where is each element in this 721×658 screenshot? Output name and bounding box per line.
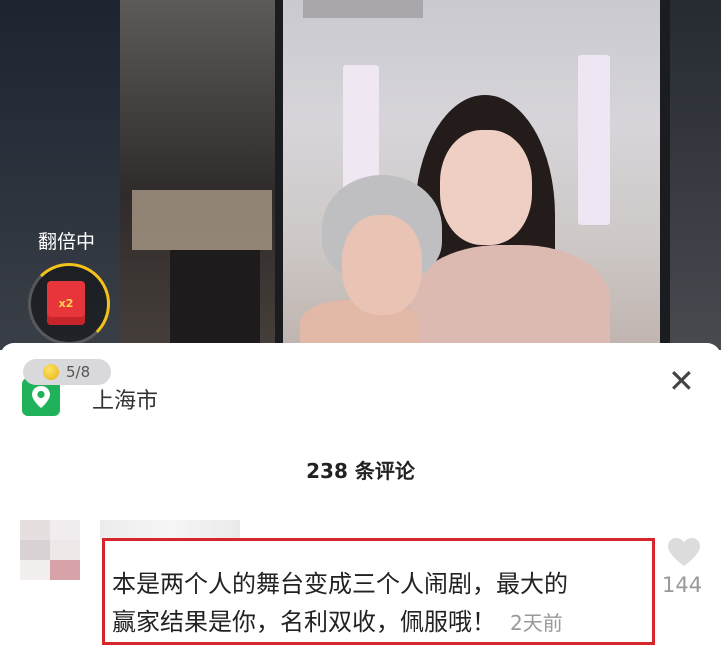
avatar-pixel xyxy=(20,560,50,580)
comment-time: 2天前 xyxy=(510,611,563,635)
red-envelope-icon[interactable]: x2 xyxy=(47,281,85,325)
envelope-badge: x2 xyxy=(58,296,74,310)
heart-icon[interactable] xyxy=(666,536,702,572)
avatar-pixel xyxy=(20,540,50,560)
gold-coin-icon xyxy=(43,364,59,380)
close-icon[interactable]: ✕ xyxy=(668,365,695,397)
avatar[interactable] xyxy=(20,520,80,580)
comment-count: 238 条评论 xyxy=(306,459,415,483)
comment-text-line1[interactable]: 本是两个人的舞台变成三个人闹剧，最大的 xyxy=(112,564,568,599)
person-right-body xyxy=(410,245,610,350)
avatar-pixel xyxy=(50,540,80,560)
video-background-right xyxy=(670,0,721,350)
username-blurred[interactable] xyxy=(100,520,240,540)
avatar-pixel xyxy=(50,520,80,540)
person-left-face xyxy=(342,215,422,315)
boost-label: 翻倍中 xyxy=(38,231,96,253)
mirror-light-right xyxy=(578,55,610,225)
room-door xyxy=(170,250,260,350)
location-text[interactable]: 上海市 xyxy=(92,383,158,415)
avatar-pixel xyxy=(50,560,80,580)
comment-text: 本是两个人的舞台变成三个人闹剧，最大的 xyxy=(112,570,568,598)
like-count: 144 xyxy=(662,573,703,597)
ceiling-fixture xyxy=(303,0,423,18)
comment-text: 赢家结果是你，名利双收，佩服哦！ xyxy=(112,608,496,636)
coin-progress-pill: 5/8 xyxy=(23,359,111,385)
person-right-face xyxy=(440,130,532,245)
room-panel xyxy=(132,190,272,250)
avatar-pixel xyxy=(20,520,50,540)
comment-text-line2[interactable]: 赢家结果是你，名利双收，佩服哦！ 2天前 xyxy=(112,602,563,637)
coin-progress-text: 5/8 xyxy=(66,363,91,381)
video-background-room xyxy=(120,0,280,350)
